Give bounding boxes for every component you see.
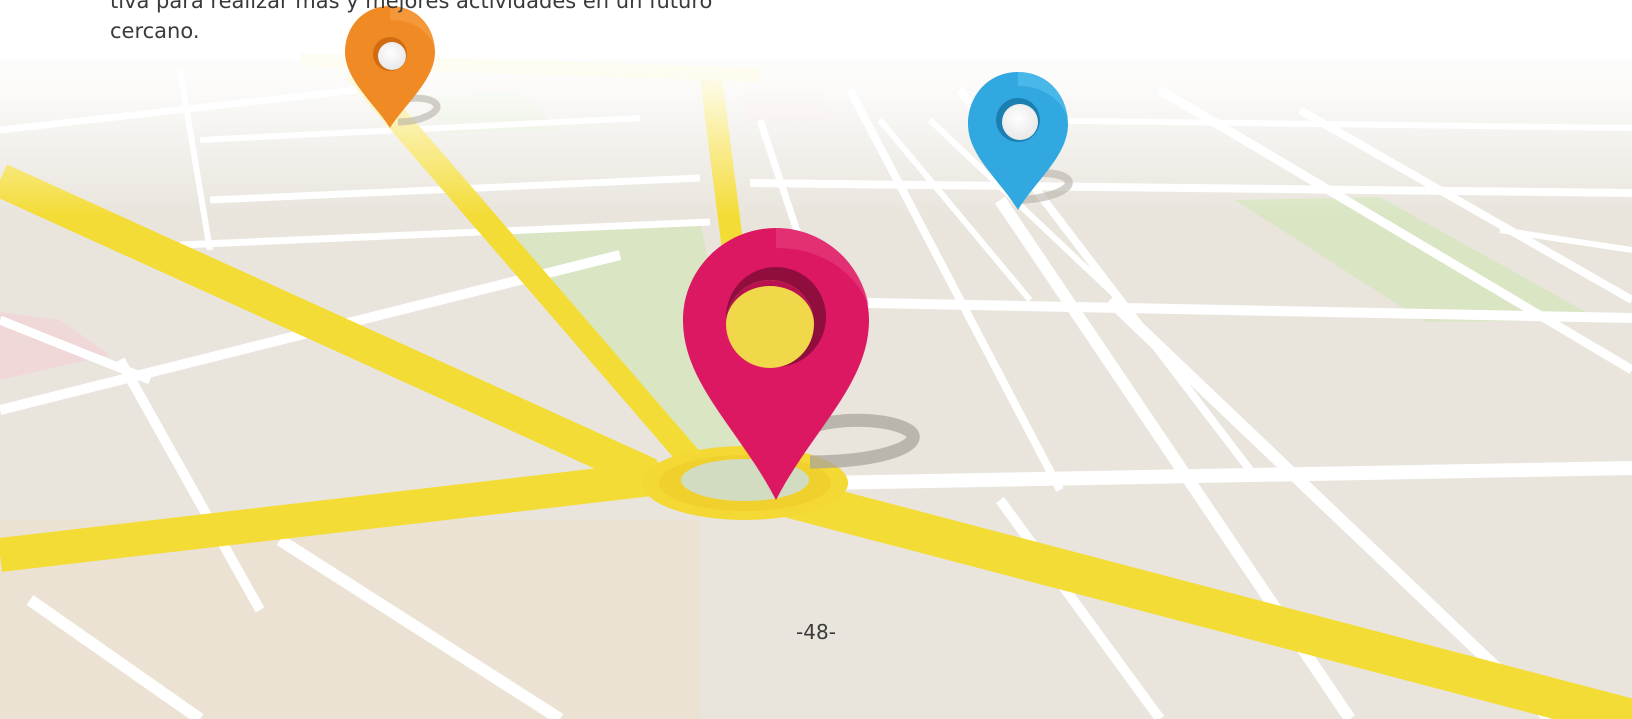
document-page: tiva para realizar más y mejores activid… [0, 0, 1632, 719]
body-text-line-1: tiva para realizar más y mejores activid… [110, 0, 713, 13]
body-text-line-2: cercano. [110, 19, 200, 43]
page-number: -48- [796, 620, 836, 644]
body-text: tiva para realizar más y mejores activid… [110, 0, 810, 46]
city-map-illustration [0, 0, 1632, 719]
